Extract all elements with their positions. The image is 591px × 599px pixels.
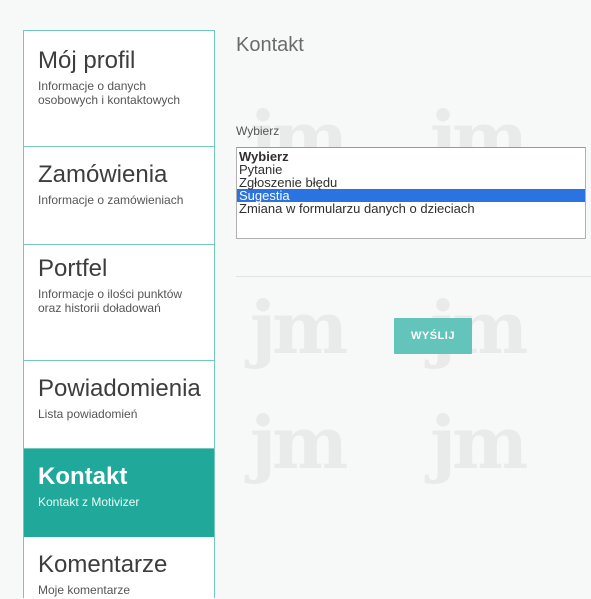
send-button[interactable]: WYŚLIJ: [394, 318, 472, 354]
sidebar-item-profile[interactable]: Mój profil Informacje o danych osobowych…: [24, 31, 214, 147]
sidebar-item-subtitle: Kontakt z Motivizer: [38, 495, 140, 509]
sidebar-item-subtitle: Informacje o danych osobowych i kontakto…: [38, 79, 181, 107]
sidebar-item-subtitle: Moje komentarze: [38, 583, 131, 597]
sidebar-item-subtitle: Informacje o zamówieniach: [38, 193, 184, 207]
sidebar-item-subtitle: Lista powiadomień: [38, 407, 138, 421]
sidebar-item-title: Kontakt: [38, 463, 128, 490]
sidebar-item-contact[interactable]: Kontakt Kontakt z Motivizer: [24, 449, 214, 537]
sidebar-item-orders[interactable]: Zamówienia Informacje o zamówieniach: [24, 147, 214, 245]
account-sidebar: Mój profil Informacje o danych osobowych…: [23, 30, 215, 599]
listbox-option[interactable]: Wybierz: [237, 150, 585, 163]
sidebar-item-subtitle: Informacje o ilości punktów oraz histori…: [38, 287, 183, 315]
sidebar-item-title: Powiadomienia: [38, 375, 201, 402]
sidebar-item-comments[interactable]: Komentarze Moje komentarze: [24, 537, 214, 599]
contact-panel: Kontakt Wybierz Wybierz Pytanie Zgłoszen…: [236, 30, 591, 598]
sidebar-item-title: Zamówienia: [38, 161, 168, 188]
topic-listbox[interactable]: Wybierz Pytanie Zgłoszenie błędu Sugesti…: [236, 147, 586, 239]
sidebar-item-notifications[interactable]: Powiadomienia Lista powiadomień: [24, 361, 214, 449]
select-label: Wybierz: [236, 124, 280, 138]
sidebar-item-title: Mój profil: [38, 47, 136, 74]
sidebar-item-title: Komentarze: [38, 551, 168, 578]
sidebar-item-wallet[interactable]: Portfel Informacje o ilości punktów oraz…: [24, 245, 214, 361]
page-title: Kontakt: [236, 34, 304, 56]
divider: [236, 276, 591, 277]
sidebar-item-title: Portfel: [38, 255, 108, 282]
listbox-option[interactable]: Zmiana w formularzu danych o dzieciach: [237, 202, 585, 215]
